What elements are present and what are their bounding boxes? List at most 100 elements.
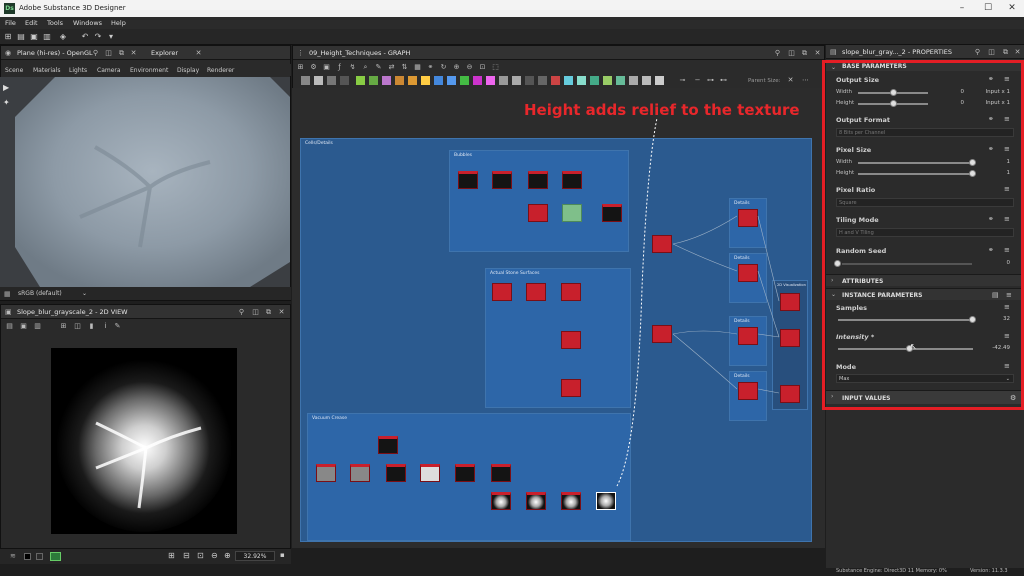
output-format-select[interactable]: 8 Bits per Channel: [836, 128, 1014, 137]
redo-icon[interactable]: ↷: [93, 32, 103, 42]
save-icon[interactable]: ▣: [29, 32, 39, 42]
section-instance-parameters[interactable]: ⌄ INSTANCE PARAMETERS ▤ ≡: [826, 288, 1024, 300]
pivot-icon[interactable]: ↯: [348, 63, 357, 72]
samples-thumb[interactable]: [969, 316, 976, 323]
channels-icon[interactable]: ◫: [73, 322, 82, 331]
function-icon[interactable]: ƒ: [335, 63, 344, 72]
tiling-toggle-icon[interactable]: ⊟: [183, 551, 190, 560]
save-image-icon[interactable]: ▤: [5, 322, 14, 331]
zoom-out-icon[interactable]: ⊖: [211, 551, 218, 560]
undo-icon[interactable]: ↶: [80, 32, 90, 42]
fit-icon[interactable]: ⊡: [197, 551, 204, 560]
graph-canvas[interactable]: Cells/Details Bubbles Actual Stone Surfa…: [292, 88, 825, 548]
close-small-icon[interactable]: ✕: [786, 76, 795, 85]
float-icon[interactable]: ⧉: [264, 308, 273, 317]
menu-tools[interactable]: Tools: [47, 19, 63, 27]
node-bitmap-icon[interactable]: [525, 76, 534, 85]
chevron-down-icon[interactable]: ⌄: [82, 290, 87, 297]
comment-icon[interactable]: ✎: [374, 63, 383, 72]
subnav-renderer[interactable]: Renderer: [207, 67, 234, 74]
menu-icon[interactable]: ≡: [1004, 303, 1010, 311]
refresh-icon[interactable]: ↻: [439, 63, 448, 72]
settings-icon[interactable]: ✎: [113, 322, 122, 331]
node-input-icon[interactable]: [551, 76, 560, 85]
info-icon[interactable]: i: [101, 322, 110, 331]
gear-icon[interactable]: ⚙: [309, 63, 318, 72]
light-bulb-icon[interactable]: ✦: [3, 98, 12, 107]
node-blend-icon[interactable]: [327, 76, 336, 85]
node-fx-icon[interactable]: [460, 76, 469, 85]
distribute-icon[interactable]: ⇅: [400, 63, 409, 72]
pixel-width-slider[interactable]: [858, 162, 973, 164]
menu-icon[interactable]: ≡: [1004, 75, 1010, 83]
pixel-width-value[interactable]: 1: [992, 159, 1011, 165]
pixel-height-thumb[interactable]: [969, 170, 976, 177]
intensity-value[interactable]: -42.49: [984, 345, 1010, 351]
background-swatch[interactable]: [24, 553, 31, 560]
node-atomic-icon[interactable]: [301, 76, 310, 85]
node-pixelprocessor-icon[interactable]: [486, 76, 495, 85]
menu-help[interactable]: Help: [111, 19, 126, 27]
maximize-icon[interactable]: ☐: [975, 2, 1001, 15]
node-pattern-icon[interactable]: [655, 76, 664, 85]
menu-icon[interactable]: ≡: [1004, 332, 1010, 340]
node-spline-icon[interactable]: [590, 76, 599, 85]
zoom-level-field[interactable]: 32.92%: [235, 551, 275, 561]
frame-icon[interactable]: ▣: [322, 63, 331, 72]
node-fxmap-icon[interactable]: [577, 76, 586, 85]
subnav-materials[interactable]: Materials: [33, 67, 61, 74]
pixel-width-thumb[interactable]: [969, 159, 976, 166]
maximize-panel-icon[interactable]: ◫: [251, 308, 260, 317]
grid-icon[interactable]: ⊞: [168, 551, 175, 560]
close-panel-icon[interactable]: ✕: [813, 49, 822, 58]
node-blur-icon[interactable]: [340, 76, 349, 85]
float-icon[interactable]: ⧉: [1001, 48, 1010, 57]
lock-icon[interactable]: ▪: [280, 551, 285, 559]
maximize-panel-icon[interactable]: ◫: [104, 49, 113, 58]
tiling-mode-select[interactable]: H and V Tiling: [836, 228, 1014, 237]
link-icon[interactable]: ⚭: [988, 246, 994, 254]
section-input-values[interactable]: › INPUT VALUES ⚙: [826, 390, 1024, 404]
node-distance-icon[interactable]: [473, 76, 482, 85]
preset-icon[interactable]: ▤: [992, 291, 999, 299]
node-transform-icon[interactable]: [395, 76, 404, 85]
output-width-mode[interactable]: Input x 1: [974, 89, 1011, 95]
pin-icon[interactable]: ⚲: [237, 308, 246, 317]
node-warp-icon[interactable]: [408, 76, 417, 85]
output-height-mode[interactable]: Input x 1: [974, 100, 1011, 106]
close-icon[interactable]: ✕: [999, 2, 1024, 15]
samples-value[interactable]: 32: [992, 316, 1010, 322]
node-gradient-icon[interactable]: [382, 76, 391, 85]
zoom-icon[interactable]: ⊕: [452, 63, 461, 72]
maximize-panel-icon[interactable]: ◫: [987, 48, 996, 57]
close-panel-icon[interactable]: ✕: [129, 49, 138, 58]
align-icon[interactable]: ⇄: [387, 63, 396, 72]
dropdown-icon[interactable]: ▾: [106, 32, 116, 42]
menu-icon[interactable]: ≡: [1006, 291, 1012, 299]
link-icon[interactable]: ⚭: [426, 63, 435, 72]
mode-select[interactable]: Max ⌄: [836, 374, 1014, 383]
search-icon[interactable]: ⌕: [361, 63, 370, 72]
node-normal-icon[interactable]: [434, 76, 443, 85]
output-width-value[interactable]: 0: [946, 89, 965, 95]
pixel-height-slider[interactable]: [858, 173, 973, 175]
menu-file[interactable]: File: [5, 19, 16, 27]
pin-icon[interactable]: ⚲: [773, 49, 782, 58]
plus-icon[interactable]: ⊶: [706, 76, 715, 85]
close-explorer-icon[interactable]: ✕: [194, 49, 203, 58]
node-text-icon[interactable]: [499, 76, 508, 85]
menu-icon[interactable]: ≡: [1004, 145, 1010, 153]
output-width-thumb[interactable]: [890, 89, 897, 96]
slider-toggle-icon[interactable]: ⊸: [678, 76, 687, 85]
more-icon[interactable]: ⋯: [801, 76, 810, 85]
zoom-out-icon[interactable]: ⊖: [465, 63, 474, 72]
section-base-parameters[interactable]: ⌄ BASE PARAMETERS: [826, 61, 1024, 71]
pixel-height-value[interactable]: 1: [992, 170, 1011, 176]
pin-icon[interactable]: ⚲: [91, 49, 100, 58]
float-icon[interactable]: ⧉: [800, 49, 809, 58]
export-icon[interactable]: ▥: [33, 322, 42, 331]
new-graph-icon[interactable]: ⊞: [3, 32, 13, 42]
node-levels-icon[interactable]: [356, 76, 365, 85]
pixel-ratio-select[interactable]: Square: [836, 198, 1014, 207]
texture-preview[interactable]: [51, 348, 237, 534]
